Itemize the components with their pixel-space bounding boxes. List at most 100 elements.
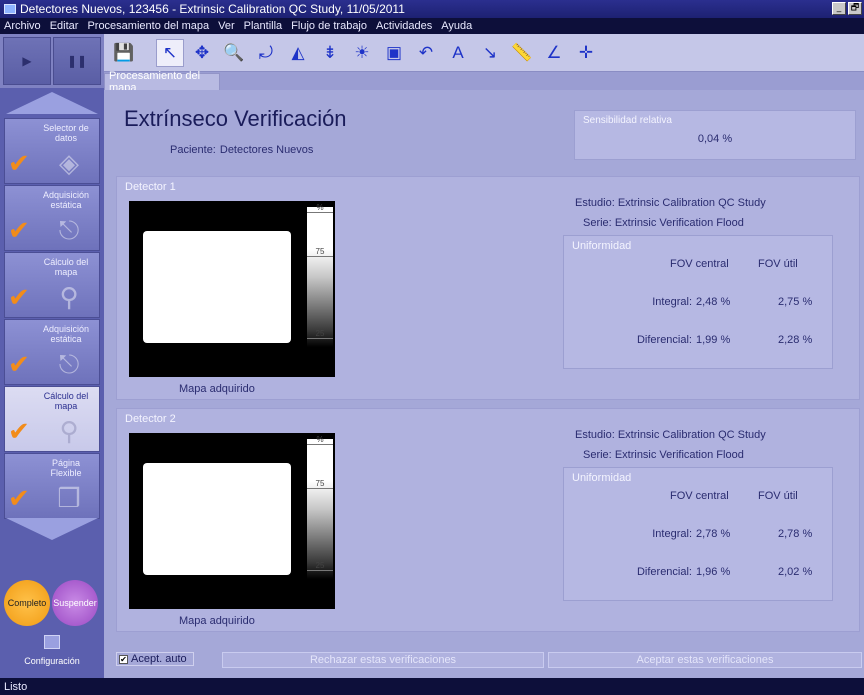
uniformity-title: Uniformidad <box>572 472 632 484</box>
step-calculo-mapa-2[interactable]: Cálculo del mapa ✔ ⚲ <box>4 386 100 452</box>
patient-info: Paciente: Detectores Nuevos <box>170 144 313 156</box>
tab-procesamiento-mapa[interactable]: Procesamiento del mapa <box>104 70 220 94</box>
save-tool[interactable]: 💾 <box>110 39 138 67</box>
diferencial-central-value: 1,96 % <box>696 566 731 578</box>
scale-tick-25: 25 <box>307 329 333 339</box>
study-line: Estudio: Extrinsic Calibration QC Study <box>575 429 766 441</box>
scale-tick-percent: % <box>307 435 333 445</box>
step-calculo-mapa-1[interactable]: Cálculo del mapa ✔ ⚲ <box>4 252 100 318</box>
study-value: Extrinsic Calibration QC Study <box>617 197 766 209</box>
configuration-icon[interactable] <box>44 635 60 649</box>
menu-plantilla[interactable]: Plantilla <box>244 20 283 32</box>
step-label: Adquisición estática <box>42 190 90 210</box>
ruler-tool[interactable]: 📏 <box>508 39 536 67</box>
reset-icon: ↶ <box>418 42 434 62</box>
page-title: Extrínseco Verificación <box>124 106 347 131</box>
static-acquisition-icon: ⎋ <box>58 350 80 380</box>
color-scale: % 75 25 <box>305 433 335 609</box>
check-icon: ✔ <box>8 417 30 447</box>
sensitivity-value: 0,04 % <box>697 133 733 145</box>
diferencial-central-value: 1,99 % <box>696 334 731 346</box>
reset-tool[interactable]: ↶ <box>412 39 440 67</box>
step-selector-datos[interactable]: Selector de datos ✔ ◈ <box>4 118 100 184</box>
uniformity-title: Uniformidad <box>572 240 632 252</box>
series-label: Serie: <box>583 217 612 229</box>
integral-central-value: 2,78 % <box>696 528 731 540</box>
detector-1-panel: Detector 1 % 75 25 Mapa adquirido Estudi… <box>116 176 860 400</box>
menu-actividades[interactable]: Actividades <box>376 20 432 32</box>
reject-verifications-button[interactable]: Rechazar estas verificaciones <box>222 652 544 668</box>
main-panel: Extrínseco Verificación Paciente: Detecto… <box>104 90 864 650</box>
menu-bar: Archivo Editar Procesamiento del mapa Ve… <box>0 18 864 34</box>
menu-archivo[interactable]: Archivo <box>4 20 41 32</box>
pause-button[interactable]: ❚❚ <box>53 37 101 85</box>
acquired-map-image <box>129 201 305 377</box>
color-scale: % 75 25 <box>305 201 335 377</box>
check-icon: ✔ <box>8 149 30 179</box>
menu-ver[interactable]: Ver <box>218 20 235 32</box>
zoom-tool[interactable]: 🔍 <box>220 39 248 67</box>
acquired-map-image <box>129 433 305 609</box>
auto-accept-checkbox[interactable]: ✔ Acept. auto <box>116 652 194 666</box>
scale-tick-percent: % <box>307 203 333 213</box>
roi-tool[interactable]: ▣ <box>380 39 408 67</box>
crosshair-tool[interactable]: ✛ <box>572 39 600 67</box>
flip-vertical-icon: ⇟ <box>322 42 338 62</box>
check-icon: ✔ <box>8 283 30 313</box>
pointer-tool[interactable]: ↖ <box>156 38 184 67</box>
map-label: Mapa adquirido <box>179 383 255 395</box>
flip-vertical-tool[interactable]: ⇟ <box>316 39 344 67</box>
patient-name: Detectores Nuevos <box>219 144 314 156</box>
scale-gradient <box>307 207 333 347</box>
menu-flujo[interactable]: Flujo de trabajo <box>291 20 367 32</box>
minimize-button[interactable]: _ <box>832 2 846 15</box>
configuration-label[interactable]: Configuración <box>0 656 104 666</box>
status-bar: Listo <box>0 678 864 695</box>
crosshair-icon: ✛ <box>578 42 594 62</box>
diferencial-util-value: 2,28 % <box>778 334 813 346</box>
complete-button[interactable]: Completo <box>4 580 50 626</box>
angle-icon: ∠ <box>546 42 562 62</box>
step-label: Página Flexible <box>50 458 82 478</box>
arrow-annotation-tool[interactable]: ↘ <box>476 39 504 67</box>
menu-editar[interactable]: Editar <box>50 20 79 32</box>
series-line: Serie: Extrinsic Verification Flood <box>583 217 744 229</box>
rotate-icon: ⤾ <box>258 42 274 62</box>
uniformity-panel: Uniformidad FOV central FOV útil Integra… <box>563 467 833 601</box>
series-label: Serie: <box>583 449 612 461</box>
window-controls: _ 🗗 <box>832 2 862 15</box>
flip-horizontal-icon: ◭ <box>291 42 305 62</box>
app-window: Detectores Nuevos, 123456 - Extrinsic Ca… <box>0 0 864 695</box>
status-text: Listo <box>4 680 28 693</box>
rotate-tool[interactable]: ⤾ <box>252 39 280 67</box>
flood-field <box>143 463 291 575</box>
play-button[interactable]: ▶ <box>3 37 51 85</box>
map-calc-icon: ⚲ <box>59 283 79 313</box>
zoom-icon: 🔍 <box>223 42 245 62</box>
scroll-up-arrow-icon[interactable] <box>6 92 98 114</box>
restore-button[interactable]: 🗗 <box>848 2 862 15</box>
menu-ayuda[interactable]: Ayuda <box>441 20 472 32</box>
scale-tick-25: 25 <box>307 561 333 571</box>
step-adquisicion-estatica-1[interactable]: Adquisición estática ✔ ⎋ <box>4 185 100 251</box>
accept-verifications-button[interactable]: Aceptar estas verificaciones <box>548 652 862 668</box>
check-icon: ✔ <box>8 484 30 514</box>
annotation-tool[interactable]: A <box>444 39 472 67</box>
flip-horizontal-tool[interactable]: ◭ <box>284 39 312 67</box>
col-fov-central: FOV central <box>670 490 729 502</box>
flexible-page-icon: ❒ <box>57 484 81 514</box>
diferencial-util-value: 2,02 % <box>778 566 813 578</box>
pan-tool[interactable]: ✥ <box>188 39 216 67</box>
suspend-button[interactable]: Suspender <box>52 580 98 626</box>
angle-tool[interactable]: ∠ <box>540 39 568 67</box>
step-pagina-flexible[interactable]: Página Flexible ✔ ❒ <box>4 453 100 519</box>
detector-title: Detector 1 <box>125 181 176 193</box>
step-adquisicion-estatica-2[interactable]: Adquisición estática ✔ ⎋ <box>4 319 100 385</box>
series-line: Serie: Extrinsic Verification Flood <box>583 449 744 461</box>
menu-procesamiento[interactable]: Procesamiento del mapa <box>87 20 209 32</box>
diferencial-label: Diferencial: <box>636 334 692 346</box>
detector-2-panel: Detector 2 % 75 25 Mapa adquirido Estudi… <box>116 408 860 632</box>
diferencial-label: Diferencial: <box>636 566 692 578</box>
scroll-down-arrow-icon[interactable] <box>6 518 98 540</box>
brightness-tool[interactable]: ☀ <box>348 39 376 67</box>
